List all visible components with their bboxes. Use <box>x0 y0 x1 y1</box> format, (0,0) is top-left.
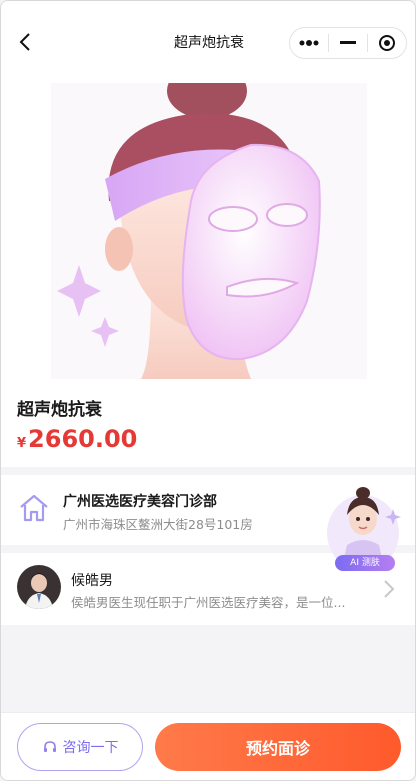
book-label: 预约面诊 <box>245 739 310 758</box>
currency-symbol: ¥ <box>17 436 27 451</box>
headset-icon <box>43 741 56 752</box>
bottom-action-bar: 咨询一下 预约面诊 <box>1 712 415 780</box>
home-icon <box>20 494 48 522</box>
consult-button[interactable]: 咨询一下 <box>17 723 143 771</box>
product-info: 超声炮抗衰 ¥2660.00 <box>1 379 415 467</box>
doctor-name: 候皓男 <box>71 573 113 589</box>
clinic-name: 广州医选医疗美容门诊部 <box>63 494 217 510</box>
app-frame: 超声炮抗衰 超声炮抗衰 ¥2660.00 广州医选医疗美容门诊部 广州市海珠区鳌… <box>0 0 416 781</box>
doctor-avatar <box>17 565 61 609</box>
target-close-icon <box>379 35 395 51</box>
doctor-description: 侯皓男医生现任职于广州医选医疗美容，是一位... <box>71 595 346 610</box>
clinic-address: 广州市海珠区鳌洲大街28号101房 <box>63 517 253 532</box>
ai-badge: AI 测肤 <box>335 555 395 571</box>
chevron-right-icon <box>384 580 395 598</box>
consult-label: 咨询一下 <box>62 740 119 756</box>
mini-program-capsule <box>289 27 407 59</box>
close-button[interactable] <box>368 28 406 58</box>
minimize-button[interactable] <box>329 28 367 58</box>
navigation-bar: 超声炮抗衰 <box>1 1 415 83</box>
more-dots-icon <box>299 40 319 46</box>
product-name: 超声炮抗衰 <box>17 400 102 420</box>
more-button[interactable] <box>290 28 328 58</box>
book-consultation-button[interactable]: 预约面诊 <box>155 723 401 771</box>
ai-skin-test-button[interactable]: AI 测肤 <box>319 479 405 579</box>
product-price: ¥2660.00 <box>17 425 137 453</box>
minus-icon <box>340 41 356 44</box>
hero-image <box>1 61 415 379</box>
face-mask-illustration <box>51 61 367 379</box>
price-amount: 2660.00 <box>28 425 138 453</box>
